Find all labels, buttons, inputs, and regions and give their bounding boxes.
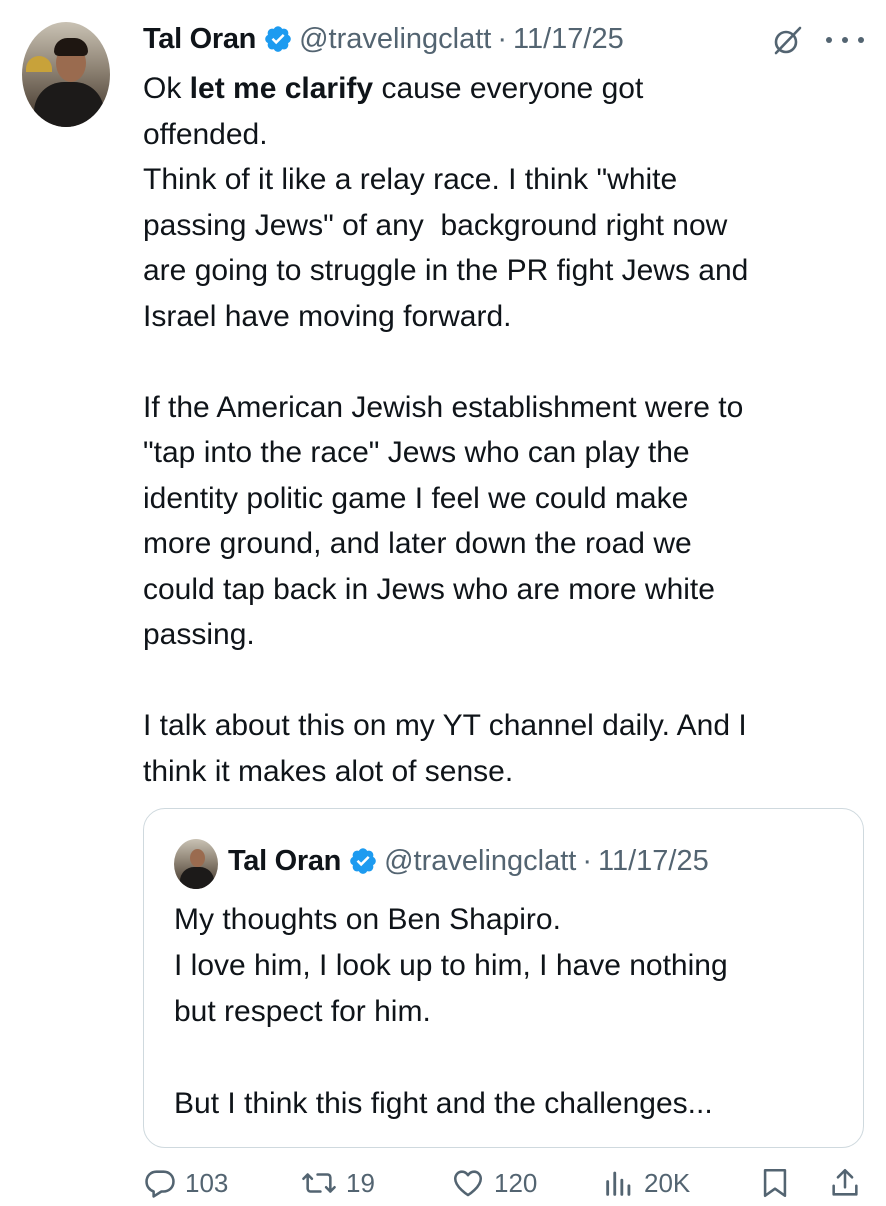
tweet-line: offended. [143, 117, 268, 151]
action-bar: 103 19 120 20K [0, 1166, 886, 1206]
bold-text: let me clarify [189, 72, 374, 105]
views-button[interactable]: 20K [602, 1166, 690, 1200]
tweet-line: Israel have moving forward. [143, 299, 512, 333]
tweet-line: I talk about this on my YT channel daily… [143, 709, 747, 742]
share-icon [832, 1168, 858, 1196]
tweet-line: identity politic game I feel we could ma… [143, 481, 689, 515]
tweet-line: more ground, and later down the road we [143, 527, 692, 560]
quote-line: But I think this fight and the challenge… [174, 1087, 713, 1120]
tweet-line: Think of it like a relay race. I think "… [143, 163, 678, 196]
author-name[interactable]: Tal Oran [143, 23, 256, 56]
views-icon [606, 1171, 631, 1196]
share-button[interactable] [830, 1166, 860, 1200]
quoted-author-name: Tal Oran [228, 844, 342, 877]
author-handle[interactable]: @travelingclatt [299, 23, 491, 56]
quoted-author-handle: @travelingclatt [384, 844, 577, 877]
quoted-author-avatar [174, 839, 218, 889]
separator-dot: · [497, 22, 508, 55]
tweet-date[interactable]: 11/17/25 [513, 23, 624, 56]
tweet-line: If the American Jewish establishment wer… [143, 390, 744, 424]
views-count: 20K [644, 1167, 691, 1198]
separator-dot: · [582, 844, 593, 877]
verified-badge-icon [265, 26, 291, 52]
tweet-text: Ok let me clarify cause everyone got off… [143, 66, 863, 794]
quote-line: I love him, I look up to him, I have not… [174, 949, 728, 982]
repost-button[interactable]: 19 [300, 1166, 375, 1200]
bookmark-button[interactable] [760, 1166, 790, 1200]
like-icon [453, 1170, 483, 1197]
quoted-tweet-header: Tal Oran @travelingclatt · 11/17/25 [228, 841, 709, 881]
tweet-line: Ok let me clarify cause everyone got [143, 72, 644, 105]
verified-badge-icon [350, 848, 376, 874]
quoted-tweet-text: My thoughts on Ben Shapiro. I love him, … [174, 897, 834, 1127]
tweet-line: passing Jews" of any background right no… [143, 208, 728, 242]
like-count: 120 [494, 1167, 538, 1198]
more-icon[interactable] [826, 26, 864, 54]
tweet-line: could tap back in Jews who are more whit… [143, 572, 715, 606]
reply-button[interactable]: 103 [143, 1166, 228, 1200]
quoted-tweet-date: 11/17/25 [598, 844, 709, 877]
quote-line: but respect for him. [174, 995, 431, 1028]
bookmark-icon [763, 1168, 787, 1198]
tweet-line: are going to struggle in the PR fight Je… [143, 254, 749, 287]
tweet-header: Tal Oran @travelingclatt · 11/17/25 [143, 22, 624, 56]
reply-icon [145, 1170, 175, 1198]
grok-icon[interactable] [770, 24, 804, 58]
repost-icon [302, 1173, 336, 1193]
reply-count: 103 [185, 1167, 229, 1198]
tweet-line: think it makes alot of sense. [143, 754, 514, 788]
tweet-line: passing. [143, 618, 255, 651]
like-button[interactable]: 120 [450, 1166, 537, 1200]
quoted-tweet-card[interactable]: Tal Oran @travelingclatt · 11/17/25 My t… [143, 808, 864, 1148]
quote-line: My thoughts on Ben Shapiro. [174, 903, 561, 936]
author-avatar[interactable] [22, 22, 110, 127]
repost-count: 19 [346, 1167, 375, 1198]
tweet-line: "tap into the race" Jews who can play th… [143, 436, 690, 469]
